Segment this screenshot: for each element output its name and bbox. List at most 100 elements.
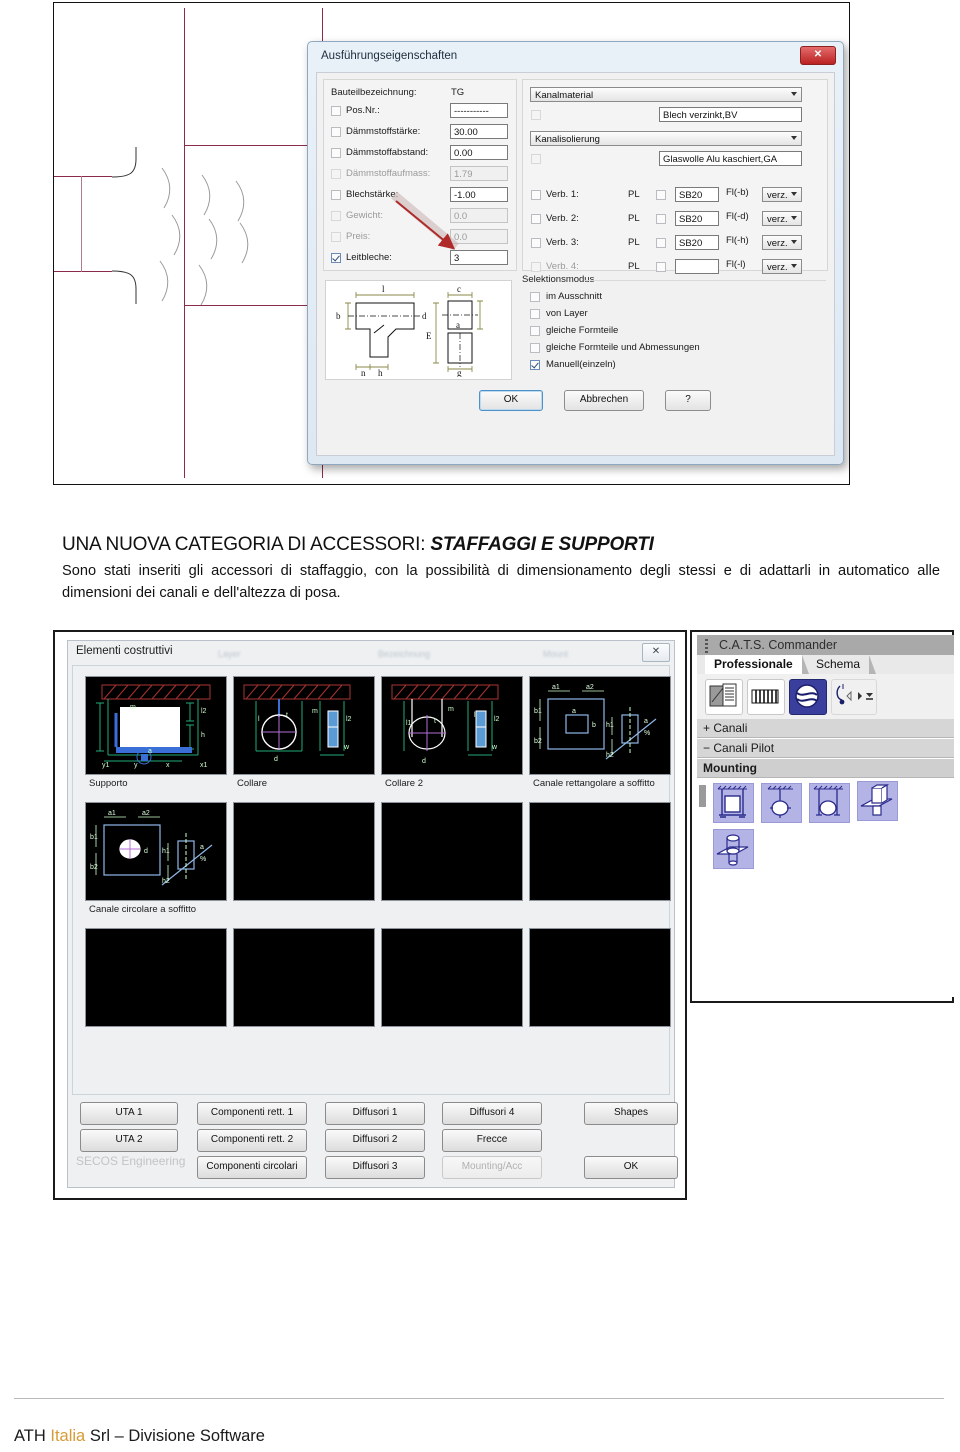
drag-grip-icon[interactable]	[705, 639, 708, 653]
field-daemmstoffstaerke[interactable]: 30.00	[450, 124, 508, 139]
checkbox-im-ausschnitt[interactable]	[530, 292, 540, 302]
checkbox-gleiche-formteile-abmessungen[interactable]	[530, 343, 540, 353]
section-canali[interactable]: + Canali	[697, 719, 954, 738]
duct-fan-icon[interactable]	[789, 679, 827, 715]
cad-hline-2	[184, 305, 324, 307]
checkbox-pos-nr[interactable]	[331, 106, 341, 116]
cats-titlebar: C.A.T.S. Commander	[697, 635, 954, 655]
button-diffusori-4[interactable]: Diffusori 4	[442, 1102, 542, 1125]
faded-menubar: Layer Bezeichnung Mount	[218, 649, 614, 661]
building-icon[interactable]	[705, 679, 743, 715]
tab-professionale[interactable]: Professionale	[705, 655, 809, 674]
thumbnail-supporto[interactable]: m l2 h y1 y x x1 a	[85, 676, 227, 775]
cancel-button[interactable]: Abbrechen	[564, 390, 644, 411]
close-icon[interactable]: ✕	[800, 46, 836, 65]
close-icon[interactable]: ✕	[642, 643, 670, 662]
checkbox-von-layer[interactable]	[530, 309, 540, 319]
checkbox-material[interactable]	[531, 110, 541, 120]
field-verb-1[interactable]: SB20	[675, 187, 719, 202]
checkbox-pl-4[interactable]	[656, 262, 666, 272]
button-mounting-acc: Mounting/Acc	[442, 1156, 542, 1179]
rect-duct-through-slab-icon[interactable]	[857, 781, 898, 821]
field-material-value[interactable]: Blech verzinkt,BV	[659, 107, 802, 122]
thumbnail-empty-1[interactable]	[233, 802, 375, 901]
svg-text:h: h	[378, 368, 383, 377]
checkbox-verb-2[interactable]	[531, 214, 541, 224]
label-preis: Preis:	[346, 231, 371, 242]
checkbox-verb-3[interactable]	[531, 238, 541, 248]
thumbnail-grid: m l2 h y1 y x x1 a Supporto l t m l2 d w…	[72, 665, 671, 1095]
section-canali-sign: +	[703, 721, 711, 735]
thumbnail-empty-6[interactable]	[381, 928, 523, 1027]
round-duct-double-hanger-icon[interactable]	[809, 783, 850, 823]
chevron-down-icon	[791, 136, 797, 140]
thumbnail-empty-4[interactable]	[85, 928, 227, 1027]
button-componenti-rett-2[interactable]: Componenti rett. 2	[197, 1129, 307, 1152]
svg-text:d: d	[422, 311, 427, 321]
checkbox-daemmstoffstaerke[interactable]	[331, 127, 341, 137]
node-tools-icon[interactable]	[831, 679, 877, 715]
combo-kanalmaterial[interactable]: Kanalmaterial	[530, 87, 802, 102]
vertical-scrollbar[interactable]	[699, 785, 706, 807]
faded-menu-mount[interactable]: Mount	[543, 649, 568, 659]
thumbnail-empty-5[interactable]	[233, 928, 375, 1027]
checkbox-pl-2[interactable]	[656, 214, 666, 224]
field-daemmstoffabstand[interactable]: 0.00	[450, 145, 508, 160]
label-verb-4: Verb. 4:	[546, 261, 579, 272]
round-duct-through-slab-icon[interactable]	[713, 829, 754, 869]
thumbnail-collare[interactable]: l t m l2 dw	[233, 676, 375, 775]
combo-kanalisolierung[interactable]: Kanalisolierung	[530, 131, 802, 146]
section-canali-pilot[interactable]: − Canali Pilot	[697, 739, 954, 758]
combo-verz-1[interactable]: verz.	[762, 187, 802, 202]
svg-text:a: a	[572, 708, 576, 715]
checkbox-gleiche-formteile[interactable]	[530, 326, 540, 336]
checkbox-insulation[interactable]	[531, 154, 541, 164]
checkbox-manuell-einzeln[interactable]	[530, 360, 540, 370]
thumbnail-empty-7[interactable]	[529, 928, 671, 1027]
thumbnail-canale-circolare[interactable]: a1 a2 b1 b2 d h1 h2 a%	[85, 802, 227, 901]
button-componenti-rett-1[interactable]: Componenti rett. 1	[197, 1102, 307, 1125]
field-pos-nr[interactable]: -----------	[450, 103, 508, 118]
cats-title: C.A.T.S. Commander	[719, 638, 838, 652]
combo-verz-4[interactable]: verz.	[762, 259, 802, 274]
faded-menu-layer[interactable]: Layer	[218, 649, 241, 659]
field-insulation-value[interactable]: Glaswolle Alu kaschiert,GA	[659, 151, 802, 166]
rect-duct-hanger-icon[interactable]	[713, 783, 754, 823]
tab-schema[interactable]: Schema	[807, 655, 877, 674]
round-duct-single-hanger-icon[interactable]	[761, 783, 802, 823]
checkbox-daemmstoffabstand[interactable]	[331, 148, 341, 158]
component-sketch: l c b d E n h g a	[325, 280, 512, 380]
combo-verz-3[interactable]: verz.	[762, 235, 802, 250]
radiator-icon[interactable]	[747, 679, 785, 715]
checkbox-leitbleche[interactable]	[331, 253, 341, 263]
button-uta-2[interactable]: UTA 2	[80, 1129, 178, 1152]
help-button[interactable]: ?	[665, 390, 711, 411]
label-verb-1: Verb. 1:	[546, 189, 579, 200]
top-screenshot: Ausführungseigenschaften ✕ Bauteilbezeic…	[53, 2, 850, 485]
button-ok[interactable]: OK	[584, 1156, 678, 1179]
checkbox-pl-1[interactable]	[656, 190, 666, 200]
field-verb-2[interactable]: SB20	[675, 211, 719, 226]
button-componenti-circolari[interactable]: Componenti circolari	[197, 1156, 307, 1179]
dialog-title: Ausführungseigenschaften	[321, 50, 458, 62]
button-shapes[interactable]: Shapes	[584, 1102, 678, 1125]
thumbnail-collare-2[interactable]: l1 t m l l2 dw	[381, 676, 523, 775]
ok-button[interactable]: OK	[479, 390, 543, 411]
button-diffusori-3[interactable]: Diffusori 3	[325, 1156, 425, 1179]
faded-menu-bezeichnung[interactable]: Bezeichnung	[378, 649, 430, 659]
chevron-down-icon	[791, 264, 797, 268]
checkbox-blechstaerke[interactable]	[331, 190, 341, 200]
combo-verz-2[interactable]: verz.	[762, 211, 802, 226]
button-frecce[interactable]: Frecce	[442, 1129, 542, 1152]
button-diffusori-2[interactable]: Diffusori 2	[325, 1129, 425, 1152]
thumbnail-empty-2[interactable]	[381, 802, 523, 901]
button-diffusori-1[interactable]: Diffusori 1	[325, 1102, 425, 1125]
field-verb-4[interactable]	[675, 259, 719, 274]
cats-toolbar	[697, 674, 954, 720]
checkbox-verb-1[interactable]	[531, 190, 541, 200]
checkbox-pl-3[interactable]	[656, 238, 666, 248]
button-uta-1[interactable]: UTA 1	[80, 1102, 178, 1125]
thumbnail-canale-rettangolare[interactable]: a1 a2 b1 b2 a b h1 h2 a%	[529, 676, 671, 775]
thumbnail-empty-3[interactable]	[529, 802, 671, 901]
field-verb-3[interactable]: SB20	[675, 235, 719, 250]
